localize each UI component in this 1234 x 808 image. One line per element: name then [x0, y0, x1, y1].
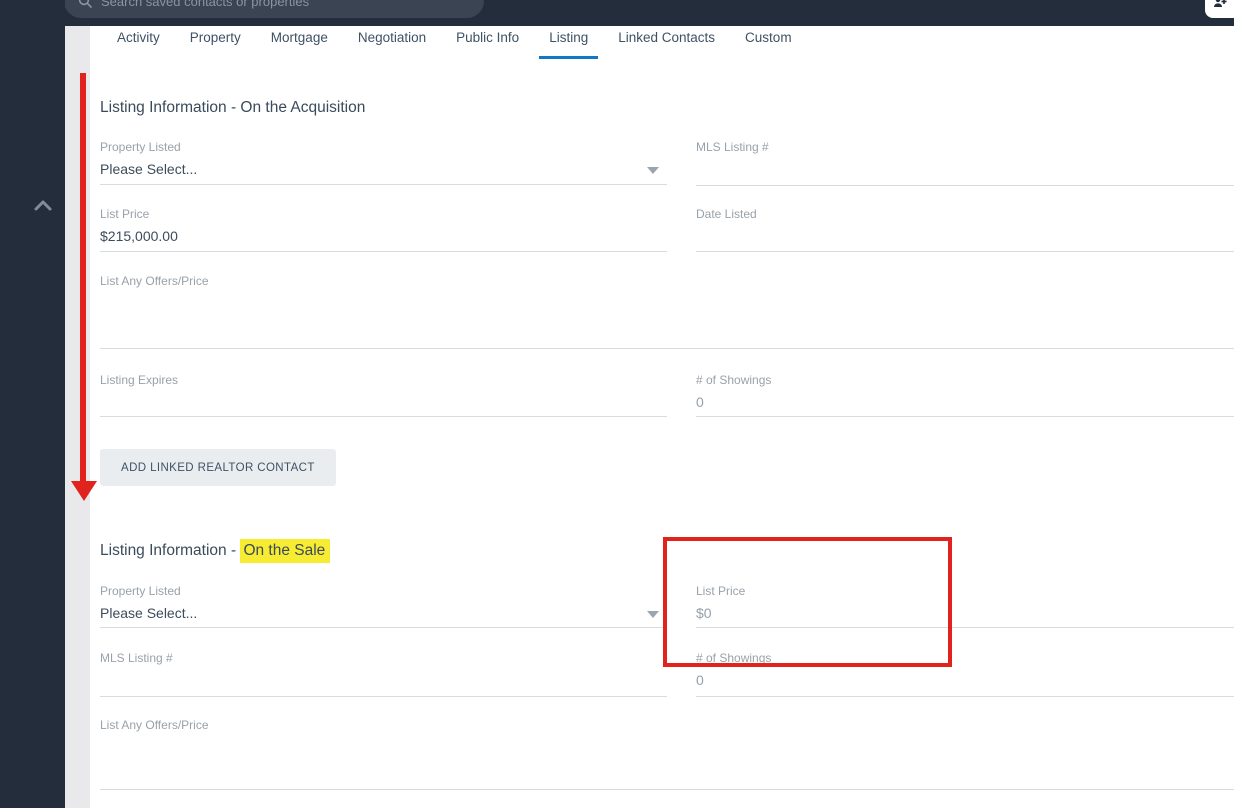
tab-public-info[interactable]: Public Info: [456, 26, 519, 59]
offers-textarea[interactable]: [100, 295, 1234, 311]
field-property-listed-acquisition[interactable]: Property Listed Please Select...: [100, 140, 667, 185]
field-mls-listing-acquisition[interactable]: MLS Listing #: [696, 140, 1234, 186]
add-linked-realtor-contact-button[interactable]: ADD LINKED REALTOR CONTACT: [100, 449, 336, 486]
showings-input[interactable]: 0: [696, 394, 1234, 410]
tab-custom[interactable]: Custom: [745, 26, 792, 59]
add-contact-button[interactable]: [1205, 0, 1234, 18]
field-showings-acquisition[interactable]: # of Showings 0: [696, 373, 1234, 417]
field-list-price-sale[interactable]: List Price $0: [696, 584, 1234, 628]
tab-mortgage[interactable]: Mortgage: [271, 26, 328, 59]
person-plus-icon: [1213, 0, 1226, 7]
search-input[interactable]: Search saved contacts or properties: [64, 0, 484, 18]
field-label: Date Listed: [696, 207, 757, 221]
field-offers-sale[interactable]: List Any Offers/Price: [100, 718, 1234, 790]
list-price-input[interactable]: $0: [696, 605, 1234, 621]
content-gutter: [65, 26, 90, 808]
property-listed-select[interactable]: Please Select...: [100, 605, 667, 621]
field-label: # of Showings: [696, 651, 772, 665]
tab-linked-contacts[interactable]: Linked Contacts: [618, 26, 715, 59]
list-price-input[interactable]: $215,000.00: [100, 228, 667, 244]
section-title-sale: Listing Information - On the Sale: [100, 539, 331, 563]
chevron-down-icon[interactable]: [647, 167, 659, 174]
field-showings-sale[interactable]: # of Showings 0: [696, 651, 1234, 697]
field-label: List Price: [696, 584, 746, 598]
crm-contact-page: Search saved contacts or properties Acti…: [0, 0, 1234, 808]
field-label: # of Showings: [696, 373, 772, 387]
section-title-acquisition: Listing Information - On the Acquisition: [100, 99, 366, 116]
mls-listing-input[interactable]: [696, 161, 1234, 177]
chevron-down-icon[interactable]: [647, 611, 659, 618]
field-property-listed-sale[interactable]: Property Listed Please Select...: [100, 584, 667, 628]
date-listed-input[interactable]: [696, 228, 1234, 244]
field-label: Property Listed: [100, 584, 181, 598]
record-tabs: Activity Property Mortgage Negotiation P…: [117, 26, 792, 59]
highlighted-text: On the Sale: [240, 539, 331, 563]
listing-expires-input[interactable]: [100, 394, 667, 410]
chevron-up-icon[interactable]: [34, 200, 52, 212]
left-sidebar: [0, 0, 65, 808]
field-list-price-acquisition[interactable]: List Price $215,000.00: [100, 207, 667, 252]
showings-input[interactable]: 0: [696, 672, 1234, 688]
field-label: MLS Listing #: [696, 140, 769, 154]
field-label: Property Listed: [100, 140, 181, 154]
tab-property[interactable]: Property: [190, 26, 241, 59]
section-title-prefix: Listing Information -: [100, 542, 241, 559]
field-label: Listing Expires: [100, 373, 179, 387]
field-label: MLS Listing #: [100, 651, 173, 665]
mls-listing-input[interactable]: [100, 672, 667, 688]
field-mls-listing-sale[interactable]: MLS Listing #: [100, 651, 667, 697]
search-icon: [78, 0, 92, 8]
field-date-listed-acquisition[interactable]: Date Listed: [696, 207, 1234, 252]
top-navigation-bar: Search saved contacts or properties: [0, 0, 1234, 26]
field-offers-acquisition[interactable]: List Any Offers/Price: [100, 274, 1234, 349]
field-listing-expires-acquisition[interactable]: Listing Expires: [100, 373, 667, 417]
tab-activity[interactable]: Activity: [117, 26, 160, 59]
tab-listing[interactable]: Listing: [539, 26, 599, 59]
field-label: List Price: [100, 207, 150, 221]
search-placeholder: Search saved contacts or properties: [101, 0, 310, 9]
offers-textarea[interactable]: [100, 739, 1234, 755]
tab-negotiation[interactable]: Negotiation: [358, 26, 426, 59]
field-label: List Any Offers/Price: [100, 274, 209, 288]
field-label: List Any Offers/Price: [100, 718, 209, 732]
property-listed-select[interactable]: Please Select...: [100, 161, 667, 177]
